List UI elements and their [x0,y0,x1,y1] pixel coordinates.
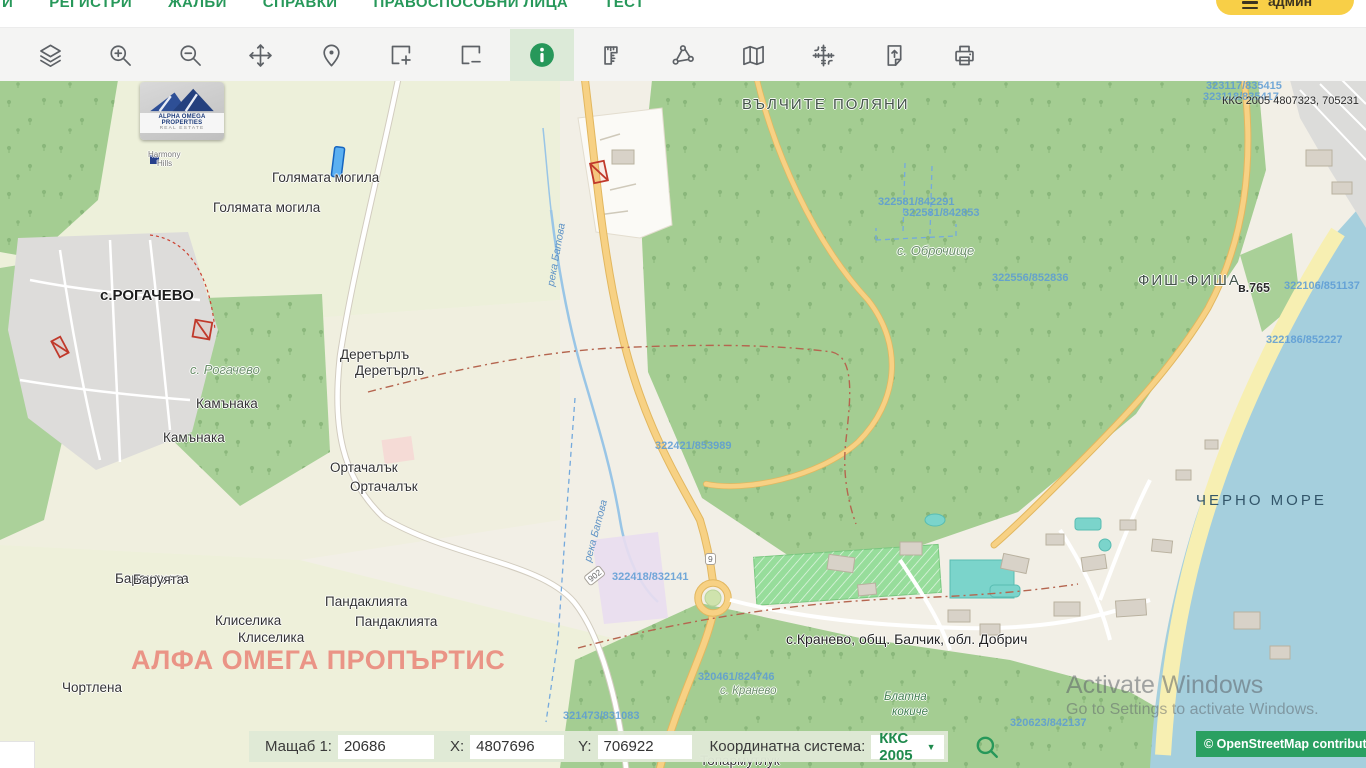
alpha-omega-logo: ALPHA OMEGA PROPERTIES REAL ESTATE [140,82,224,140]
user-menu-button[interactable]: админ [1216,0,1354,15]
nav-item-references[interactable]: СПРАВКИ [263,0,338,13]
nav-item-registers[interactable]: РЕГИСТРИ [49,0,132,13]
rect-zoom-out-icon [458,42,485,69]
corner-panel [0,741,35,768]
layers-icon [37,42,64,69]
chevron-down-icon: ▼ [927,742,936,752]
hamburger-icon [1242,1,1258,12]
tool-rect-zoom-in-button[interactable] [377,31,425,79]
tool-map-overview-button[interactable] [729,31,777,79]
measure-area-icon [670,42,697,69]
logo-title: ALPHA OMEGA PROPERTIES [140,114,224,126]
tool-export-button[interactable] [870,31,918,79]
tool-location-button[interactable] [307,31,355,79]
tool-coordinates-button[interactable] [799,31,847,79]
map-toolbar [0,27,1366,81]
activate-windows-line2: Go to Settings to activate Windows. [1066,701,1319,719]
nav-item-partial[interactable]: И [2,0,13,13]
nav-item-licensed-persons[interactable]: ПРАВОСПОСОБНИ ЛИЦА [373,0,568,13]
x-label: X: [450,738,464,755]
brand-watermark: АЛФА ОМЕГА ПРОПЪРТИС [131,645,505,676]
y-coordinate-input[interactable] [598,735,692,759]
map-overview-icon [740,42,767,69]
coordinates-icon [810,42,837,69]
tool-measure-area-button[interactable] [659,31,707,79]
pan-icon [247,42,274,69]
search-button[interactable] [968,733,1006,761]
coordinate-readout: ККС 2005 4807323, 705231 [1222,95,1359,107]
activate-windows-line1: Activate Windows [1066,671,1263,700]
location-icon [318,42,345,69]
measure-length-icon [600,42,627,69]
search-icon [974,734,1000,760]
crs-dropdown[interactable]: ККС 2005 ▼ [871,735,943,759]
nav-item-test[interactable]: ТЕСТ [604,0,644,13]
osm-attribution[interactable]: © OpenStreetMap contributors [1196,731,1366,757]
tool-measure-length-button[interactable] [589,31,637,79]
tool-zoom-out-button[interactable] [166,31,214,79]
nav-item-complaints[interactable]: ЖАЛБИ [168,0,227,13]
tool-layers-button[interactable] [26,31,74,79]
x-coordinate-input[interactable] [470,735,564,759]
logo-subtitle: REAL ESTATE [140,126,224,131]
top-navigation: И РЕГИСТРИ ЖАЛБИ СПРАВКИ ПРАВОСПОСОБНИ Л… [0,0,1366,27]
scale-input[interactable] [338,735,434,759]
crs-selected-value: ККС 2005 [879,730,912,764]
tool-pan-button[interactable] [236,31,284,79]
tool-print-button[interactable] [940,31,988,79]
export-icon [881,42,908,69]
user-menu-label: админ [1268,0,1312,11]
mountains-icon [144,85,220,113]
tool-info-button[interactable] [510,29,574,81]
zoom-out-icon [177,42,204,69]
tool-rect-zoom-out-button[interactable] [447,31,495,79]
rect-zoom-in-icon [388,42,415,69]
scale-label: Мащаб 1: [265,738,332,755]
tool-zoom-in-button[interactable] [96,31,144,79]
y-label: Y: [578,738,591,755]
map-search-bar: Мащаб 1: X: Y: Координатна система: ККС … [249,731,948,762]
info-icon [528,41,556,69]
zoom-in-icon [107,42,134,69]
crs-label: Координатна система: [710,738,866,755]
print-icon [951,42,978,69]
